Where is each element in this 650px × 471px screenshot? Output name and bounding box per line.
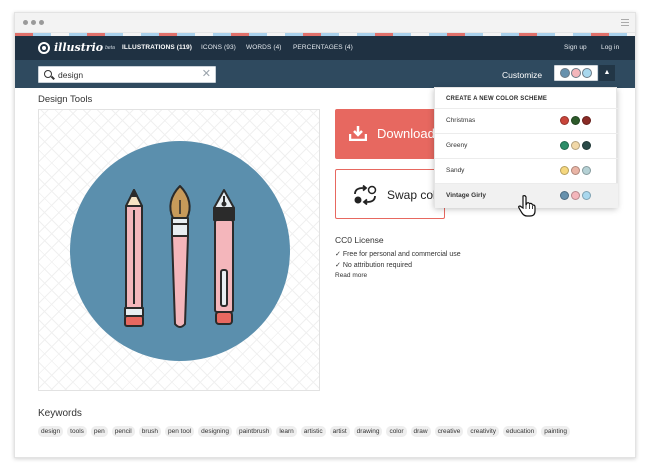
- download-button[interactable]: Download: [335, 109, 445, 159]
- keyword-tag[interactable]: paintbrush: [235, 426, 273, 437]
- current-swatch-2: [571, 68, 581, 78]
- tab-percentages[interactable]: PERCENTAGES (4): [293, 44, 353, 51]
- keyword-tag[interactable]: creative: [434, 426, 464, 437]
- scheme-option-christmas[interactable]: Christmas: [435, 108, 618, 133]
- download-icon: [349, 126, 367, 141]
- illustration-preview: [38, 109, 320, 391]
- keyword-tag[interactable]: design: [38, 426, 64, 437]
- keyword-tag[interactable]: pencil: [111, 426, 135, 437]
- license-item-text: No attribution required: [342, 262, 413, 269]
- scheme-name: Christmas: [446, 117, 476, 124]
- keyword-tag[interactable]: color: [386, 426, 407, 437]
- license-title: CC0 License: [335, 235, 384, 245]
- clear-icon[interactable]: ✕: [202, 69, 211, 80]
- download-label: Download: [377, 126, 435, 141]
- tab-illustrations[interactable]: ILLUSTRATIONS (119): [122, 44, 192, 51]
- keyword-tag[interactable]: drawing: [353, 426, 383, 437]
- customize-label: Customize: [502, 70, 543, 80]
- logo-beta: beta: [105, 44, 115, 51]
- scheme-swatches: [560, 166, 591, 175]
- keyword-tag[interactable]: artistic: [300, 426, 326, 437]
- license-item: ✓ No attribution required: [335, 262, 413, 269]
- browser-menu-icon[interactable]: [621, 19, 629, 26]
- scheme-swatches: [560, 116, 591, 125]
- design-tools-illustration: [70, 141, 290, 361]
- keyword-tags: design tools pen pencil brush pen tool designi…: [38, 426, 571, 437]
- log-in-link[interactable]: Log in: [601, 44, 619, 51]
- swap-icon: [354, 185, 377, 205]
- top-nav: illustrio beta ILLUSTRATIONS (119) ICONS…: [15, 36, 635, 60]
- create-color-scheme-link[interactable]: CREATE A NEW COLOR SCHEME: [446, 96, 547, 102]
- logo[interactable]: illustrio beta: [38, 41, 115, 54]
- current-swatch-1: [560, 68, 570, 78]
- scheme-option-sandy[interactable]: Sandy: [435, 158, 618, 183]
- window-dots: [23, 20, 44, 25]
- keyword-tag[interactable]: designing: [198, 426, 232, 437]
- keyword-tag[interactable]: creativity: [467, 426, 500, 437]
- tab-icons[interactable]: ICONS (93): [201, 44, 236, 51]
- keyword-tag[interactable]: pen: [90, 426, 108, 437]
- license-item: ✓ Free for personal and commercial use: [335, 251, 461, 258]
- read-more-link[interactable]: Read more: [335, 272, 367, 279]
- tab-words[interactable]: WORDS (4): [246, 44, 282, 51]
- current-swatch-3: [582, 68, 592, 78]
- keyword-tag[interactable]: artist: [329, 426, 350, 437]
- sign-up-link[interactable]: Sign up: [564, 44, 587, 51]
- chevron-up-icon[interactable]: ▲: [599, 65, 615, 81]
- search-icon: [44, 70, 52, 78]
- keyword-tag[interactable]: education: [503, 426, 538, 437]
- keyword-tag[interactable]: draw: [410, 426, 431, 437]
- scheme-option-greeny[interactable]: Greeny: [435, 133, 618, 158]
- logo-text: illustrio: [54, 41, 104, 54]
- scheme-swatches: [560, 191, 591, 200]
- keyword-tag[interactable]: learn: [276, 426, 297, 437]
- scheme-swatches: [560, 141, 591, 150]
- browser-chrome: [15, 13, 635, 33]
- color-scheme-dropdown: CREATE A NEW COLOR SCHEME Christmas Gree…: [434, 87, 618, 208]
- search-value: design: [58, 70, 84, 80]
- hand-cursor-icon: [518, 195, 536, 217]
- keyword-tag[interactable]: brush: [138, 426, 161, 437]
- page-title: Design Tools: [38, 94, 93, 105]
- logo-icon: [38, 41, 50, 54]
- keyword-tag[interactable]: pen tool: [165, 426, 195, 437]
- swap-colors-button[interactable]: Swap colors: [335, 169, 452, 219]
- search-bar-row: design ✕ Customize ▲: [15, 60, 635, 88]
- color-scheme-picker[interactable]: [554, 65, 598, 81]
- license-item-text: Free for personal and commercial use: [342, 251, 461, 258]
- keyword-tag[interactable]: tools: [67, 426, 87, 437]
- scheme-name: Vintage Girly: [446, 192, 486, 199]
- keywords-title: Keywords: [38, 408, 82, 419]
- keyword-tag[interactable]: painting: [541, 426, 571, 437]
- scheme-name: Sandy: [446, 167, 465, 174]
- scheme-name: Greeny: [446, 142, 468, 149]
- browser-window: illustrio beta ILLUSTRATIONS (119) ICONS…: [14, 12, 636, 458]
- search-input[interactable]: design ✕: [38, 66, 216, 83]
